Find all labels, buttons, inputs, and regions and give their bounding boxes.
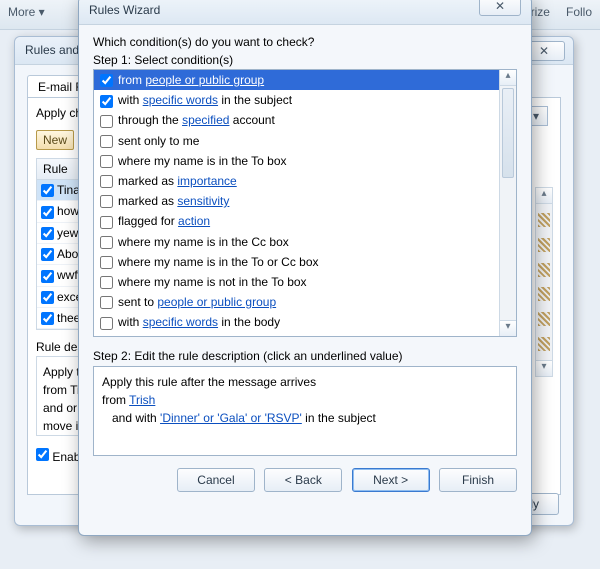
condition-checkbox[interactable] bbox=[100, 236, 113, 249]
condition-link[interactable]: specific words bbox=[143, 315, 218, 329]
condition-item[interactable]: sent only to me bbox=[94, 131, 499, 151]
condition-checkbox[interactable] bbox=[100, 276, 113, 289]
condition-checkbox[interactable] bbox=[100, 195, 113, 208]
condition-checkbox[interactable] bbox=[100, 317, 113, 330]
condition-item[interactable]: where my name is in the To box bbox=[94, 151, 499, 171]
condition-item[interactable]: with specific words in the subject or bo… bbox=[94, 332, 499, 336]
condition-checkbox[interactable] bbox=[100, 296, 113, 309]
scroll-up-icon[interactable]: ▴ bbox=[536, 188, 552, 204]
condition-link[interactable]: action bbox=[178, 214, 210, 228]
condition-checkbox[interactable] bbox=[100, 256, 113, 269]
new-rule-button[interactable]: New bbox=[36, 130, 74, 150]
condition-item[interactable]: where my name is not in the To box bbox=[94, 272, 499, 292]
condition-link[interactable]: people or public group bbox=[145, 73, 264, 87]
rule-enabled-checkbox[interactable] bbox=[41, 312, 54, 325]
desc-line: and with 'Dinner' or 'Gala' or 'RSVP' in… bbox=[102, 409, 508, 427]
condition-link[interactable]: specific words bbox=[143, 335, 218, 336]
condition-checkbox[interactable] bbox=[100, 216, 113, 229]
condition-item[interactable]: where my name is in the To or Cc box bbox=[94, 252, 499, 272]
link-words-value[interactable]: 'Dinner' or 'Gala' or 'RSVP' bbox=[160, 411, 302, 425]
conditions-listbox[interactable]: from people or public groupwith specific… bbox=[93, 69, 517, 337]
rule-enabled-checkbox[interactable] bbox=[41, 291, 54, 304]
condition-item[interactable]: sent to people or public group bbox=[94, 292, 499, 312]
condition-checkbox[interactable] bbox=[100, 175, 113, 188]
finish-button[interactable]: Finish bbox=[439, 468, 517, 492]
rule-description-editor: Apply this rule after the message arrive… bbox=[93, 366, 517, 456]
step1-label: Step 1: Select condition(s) bbox=[93, 53, 517, 67]
rule-enabled-checkbox[interactable] bbox=[41, 184, 54, 197]
cancel-button[interactable]: Cancel bbox=[177, 468, 255, 492]
condition-checkbox[interactable] bbox=[100, 95, 113, 108]
ribbon-follow[interactable]: Follo bbox=[558, 0, 600, 24]
back-button[interactable]: < Back bbox=[264, 468, 342, 492]
condition-item[interactable]: marked as importance bbox=[94, 171, 499, 191]
desc-line: from Trish bbox=[102, 391, 508, 409]
condition-item[interactable]: marked as sensitivity bbox=[94, 191, 499, 211]
condition-link[interactable]: specified bbox=[182, 113, 229, 127]
condition-item[interactable]: from people or public group bbox=[94, 70, 499, 90]
scroll-up-icon[interactable]: ▴ bbox=[500, 70, 516, 86]
desc-line: Apply this rule after the message arrive… bbox=[102, 373, 508, 391]
condition-checkbox[interactable] bbox=[100, 74, 113, 87]
scroll-thumb[interactable] bbox=[502, 88, 514, 178]
link-from-value[interactable]: Trish bbox=[129, 393, 155, 407]
wizard-prompt: Which condition(s) do you want to check? bbox=[93, 35, 517, 49]
condition-item[interactable]: through the specified account bbox=[94, 110, 499, 130]
rules-wizard-dialog: Rules Wizard ✕ Which condition(s) do you… bbox=[78, 0, 532, 536]
rule-enabled-checkbox[interactable] bbox=[41, 206, 54, 219]
next-button[interactable]: Next > bbox=[352, 468, 430, 492]
condition-checkbox[interactable] bbox=[100, 135, 113, 148]
rule-enabled-checkbox[interactable] bbox=[41, 270, 54, 283]
step2-label: Step 2: Edit the rule description (click… bbox=[93, 349, 517, 363]
condition-checkbox[interactable] bbox=[100, 155, 113, 168]
close-icon[interactable]: ✕ bbox=[479, 0, 521, 16]
condition-link[interactable]: specific words bbox=[143, 93, 218, 107]
condition-checkbox[interactable] bbox=[100, 115, 113, 128]
conditions-scrollbar[interactable]: ▴ ▾ bbox=[499, 70, 516, 336]
actions-scrollbar[interactable]: ▴ ▾ bbox=[535, 187, 553, 377]
condition-item[interactable]: flagged for action bbox=[94, 211, 499, 231]
ribbon-more[interactable]: More ▾ bbox=[0, 0, 53, 24]
condition-link[interactable]: importance bbox=[177, 174, 236, 188]
rule-enabled-checkbox[interactable] bbox=[41, 248, 54, 261]
rule-enabled-checkbox[interactable] bbox=[41, 227, 54, 240]
scroll-down-icon[interactable]: ▾ bbox=[500, 320, 516, 336]
scroll-down-icon[interactable]: ▾ bbox=[536, 360, 552, 376]
condition-item[interactable]: where my name is in the Cc box bbox=[94, 232, 499, 252]
condition-link[interactable]: people or public group bbox=[157, 295, 276, 309]
condition-link[interactable]: sensitivity bbox=[177, 194, 229, 208]
condition-item[interactable]: with specific words in the subject bbox=[94, 90, 499, 110]
condition-item[interactable]: with specific words in the body bbox=[94, 312, 499, 332]
wizard-title: Rules Wizard bbox=[79, 0, 531, 25]
